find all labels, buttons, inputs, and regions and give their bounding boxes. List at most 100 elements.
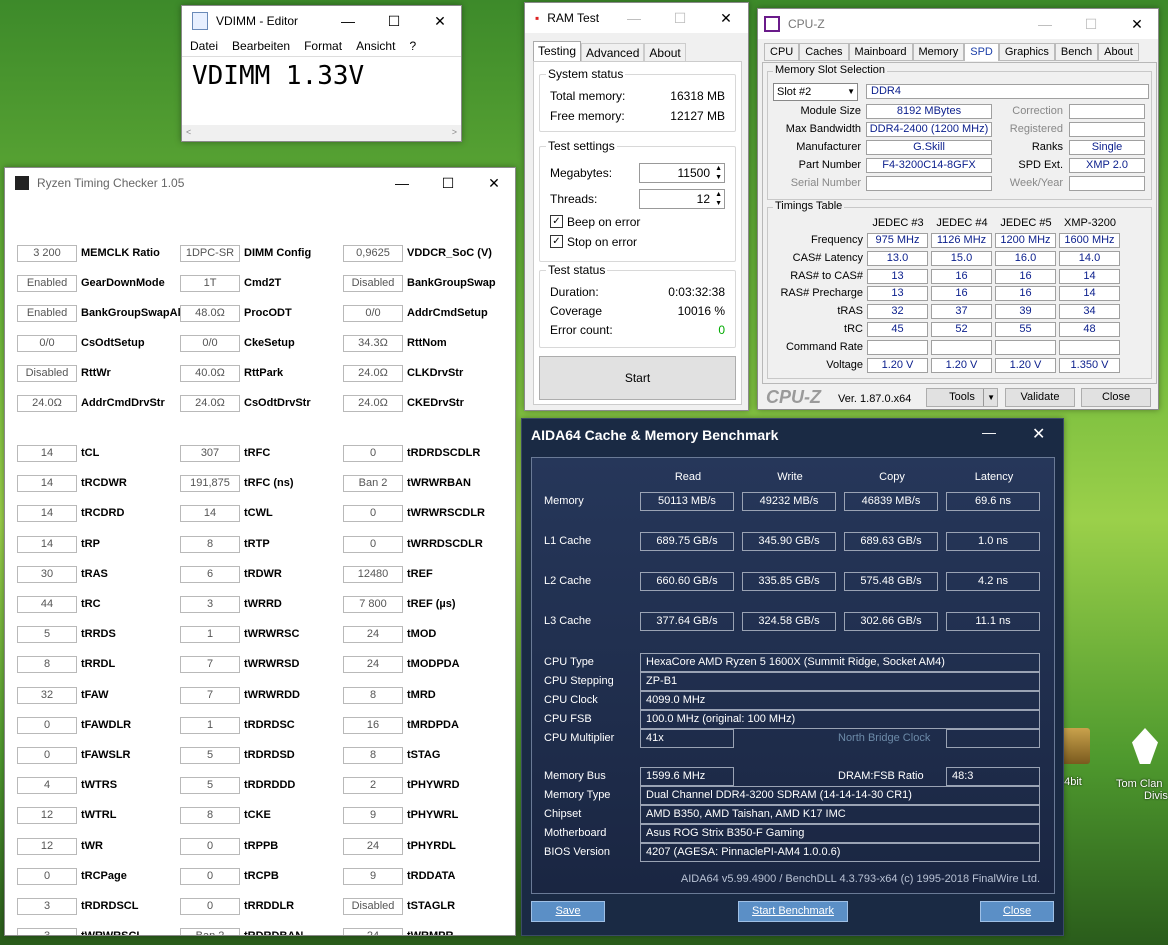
slot-info-label: Ranks xyxy=(1031,141,1063,153)
menu-format[interactable]: Format xyxy=(304,36,342,56)
minimize-button[interactable]: — xyxy=(982,424,996,440)
tab-advanced[interactable]: Advanced xyxy=(581,43,645,63)
text-area[interactable]: VDIMM 1.33V xyxy=(182,56,461,125)
slot-info-value: F4-3200C14-8GFX xyxy=(866,158,992,173)
timings-row-label: Voltage xyxy=(826,358,863,371)
spd-panel: Memory Slot Selection Slot #2 ▼ DDR4 Timi… xyxy=(762,62,1157,384)
desktop-icon-1[interactable]: 64bit xyxy=(1058,728,1098,798)
checkbox-checked-icon[interactable]: ✓ xyxy=(550,235,563,248)
value: 11500 xyxy=(677,166,710,180)
titlebar: CPU-Z — ☐ ✕ xyxy=(758,9,1158,39)
tab-about[interactable]: About xyxy=(644,43,686,63)
maximize-button[interactable]: ☐ xyxy=(425,168,471,198)
timings-cell: 48 xyxy=(1059,322,1120,337)
maximize-button[interactable]: ☐ xyxy=(371,6,417,36)
dropdown-arrow-icon[interactable]: ▼ xyxy=(847,84,855,100)
menu-bearbeiten[interactable]: Bearbeiten xyxy=(232,36,290,56)
close-button[interactable]: ✕ xyxy=(703,3,748,33)
validate-button[interactable]: Validate xyxy=(1005,388,1075,407)
slot-select[interactable]: Slot #2 ▼ xyxy=(773,83,858,101)
timings-row-label: RAS# Precharge xyxy=(780,287,863,300)
bench-value: 377.64 GB/s xyxy=(640,612,734,631)
tab-graphics[interactable]: Graphics xyxy=(998,43,1055,61)
timing-label: tPHYRDL xyxy=(407,839,456,852)
start-benchmark-button[interactable]: Start Benchmark xyxy=(738,901,848,922)
timing-label: tRDRDSCL xyxy=(81,900,139,912)
megabytes-spinner[interactable]: 11500 ▲ ▼ xyxy=(639,163,725,183)
cpuz-window: CPU-Z — ☐ ✕ CPU Caches Mainboard Memory SPD G… xyxy=(757,8,1159,410)
timing-value-field: 0 xyxy=(17,867,77,885)
start-button[interactable]: Start xyxy=(539,356,736,400)
threads-spinner[interactable]: 12 ▲ ▼ xyxy=(639,189,725,209)
tab-testing[interactable]: Testing xyxy=(533,41,582,63)
timing-label: tREF xyxy=(407,567,433,580)
timing-label: tRFC xyxy=(244,447,271,459)
tab-spd[interactable]: SPD xyxy=(964,43,999,61)
menu-help[interactable]: ? xyxy=(409,36,416,56)
slot-info-value: DDR4-2400 (1200 MHz) xyxy=(866,122,992,137)
timing-label: tRRDDLR xyxy=(244,900,295,912)
timing-value-field: Disabled xyxy=(17,365,77,382)
tools-button[interactable]: Tools ▼ xyxy=(926,388,998,407)
label: Duration: xyxy=(550,285,599,299)
menu-ansicht[interactable]: Ansicht xyxy=(356,36,395,56)
spinner-arrows-icon[interactable]: ▲ ▼ xyxy=(715,164,722,182)
timing-label: tRAS xyxy=(81,567,108,580)
maximize-button[interactable]: ☐ xyxy=(1068,9,1114,39)
close-button[interactable]: ✕ xyxy=(1114,9,1158,39)
timings-cell: 1126 MHz xyxy=(931,233,992,248)
timing-value-field: 2 xyxy=(343,777,403,795)
close-button[interactable]: ✕ xyxy=(1032,424,1045,444)
dropdown-arrow-icon[interactable]: ▼ xyxy=(983,389,995,406)
timing-value-field: 9 xyxy=(343,867,403,885)
bench-value: 345.90 GB/s xyxy=(742,532,836,551)
timing-value-field: 1 xyxy=(180,626,240,644)
close-button[interactable]: ✕ xyxy=(471,168,515,198)
system-info-label: Chipset xyxy=(544,808,582,820)
timings-cell: 1.350 V xyxy=(1059,357,1120,373)
titlebar: VDIMM - Editor — ☐ ✕ xyxy=(182,6,461,36)
tab-bench[interactable]: Bench xyxy=(1054,43,1099,61)
beep-checkbox-row[interactable]: ✓ Beep on error xyxy=(550,215,725,229)
slot-info-label: Module Size xyxy=(800,105,861,117)
bench-value: 69.6 ns xyxy=(946,492,1040,511)
timings-row-label: tRAS xyxy=(837,305,863,318)
bench-value: 324.58 GB/s xyxy=(742,612,836,631)
tab-mainboard[interactable]: Mainboard xyxy=(848,43,913,61)
tab-about[interactable]: About xyxy=(1098,43,1139,61)
timings-cell xyxy=(931,339,992,355)
timings-group-title: Timings Table xyxy=(773,200,845,212)
maximize-button[interactable]: ☐ xyxy=(657,3,703,33)
stop-checkbox-row[interactable]: ✓ Stop on error xyxy=(550,235,725,249)
timing-label: Cmd2T xyxy=(244,277,282,289)
timings-cell: 975 MHz xyxy=(867,233,928,248)
desktop-icon-2[interactable]: Tom Clan Divis xyxy=(1116,728,1168,808)
bench-row-label: L3 Cache xyxy=(544,615,592,627)
notepad-icon xyxy=(192,12,208,30)
minimize-button[interactable]: — xyxy=(1022,9,1068,39)
timing-label: tCWL xyxy=(244,507,273,520)
close-button[interactable]: Close xyxy=(980,901,1054,922)
bench-column-header: Copy xyxy=(879,471,905,483)
label: Stop on error xyxy=(567,235,638,249)
tab-cpu[interactable]: CPU xyxy=(764,43,800,61)
label: Threads: xyxy=(550,192,598,206)
close-button[interactable]: Close xyxy=(1081,388,1151,407)
close-button[interactable]: ✕ xyxy=(417,6,461,36)
timings-cell: 15.0 xyxy=(931,250,992,266)
save-button[interactable]: Save xyxy=(531,901,605,922)
minimize-button[interactable]: — xyxy=(379,168,425,198)
horizontal-scrollbar[interactable]: < > xyxy=(182,125,461,139)
spinner-arrows-icon[interactable]: ▲ ▼ xyxy=(715,190,722,208)
timings-cell: 14 xyxy=(1059,286,1120,302)
app-icon xyxy=(15,176,29,190)
checkbox-checked-icon[interactable]: ✓ xyxy=(550,215,563,228)
tab-caches[interactable]: Caches xyxy=(799,43,849,61)
timing-label: CkeSetup xyxy=(244,337,295,349)
menu-datei[interactable]: Datei xyxy=(190,36,218,56)
minimize-button[interactable]: — xyxy=(325,6,371,36)
tab-memory[interactable]: Memory xyxy=(912,43,965,61)
group-title: Test status xyxy=(546,263,608,277)
slot-info-label: SPD Ext. xyxy=(1018,159,1063,171)
minimize-button[interactable]: — xyxy=(611,3,657,33)
